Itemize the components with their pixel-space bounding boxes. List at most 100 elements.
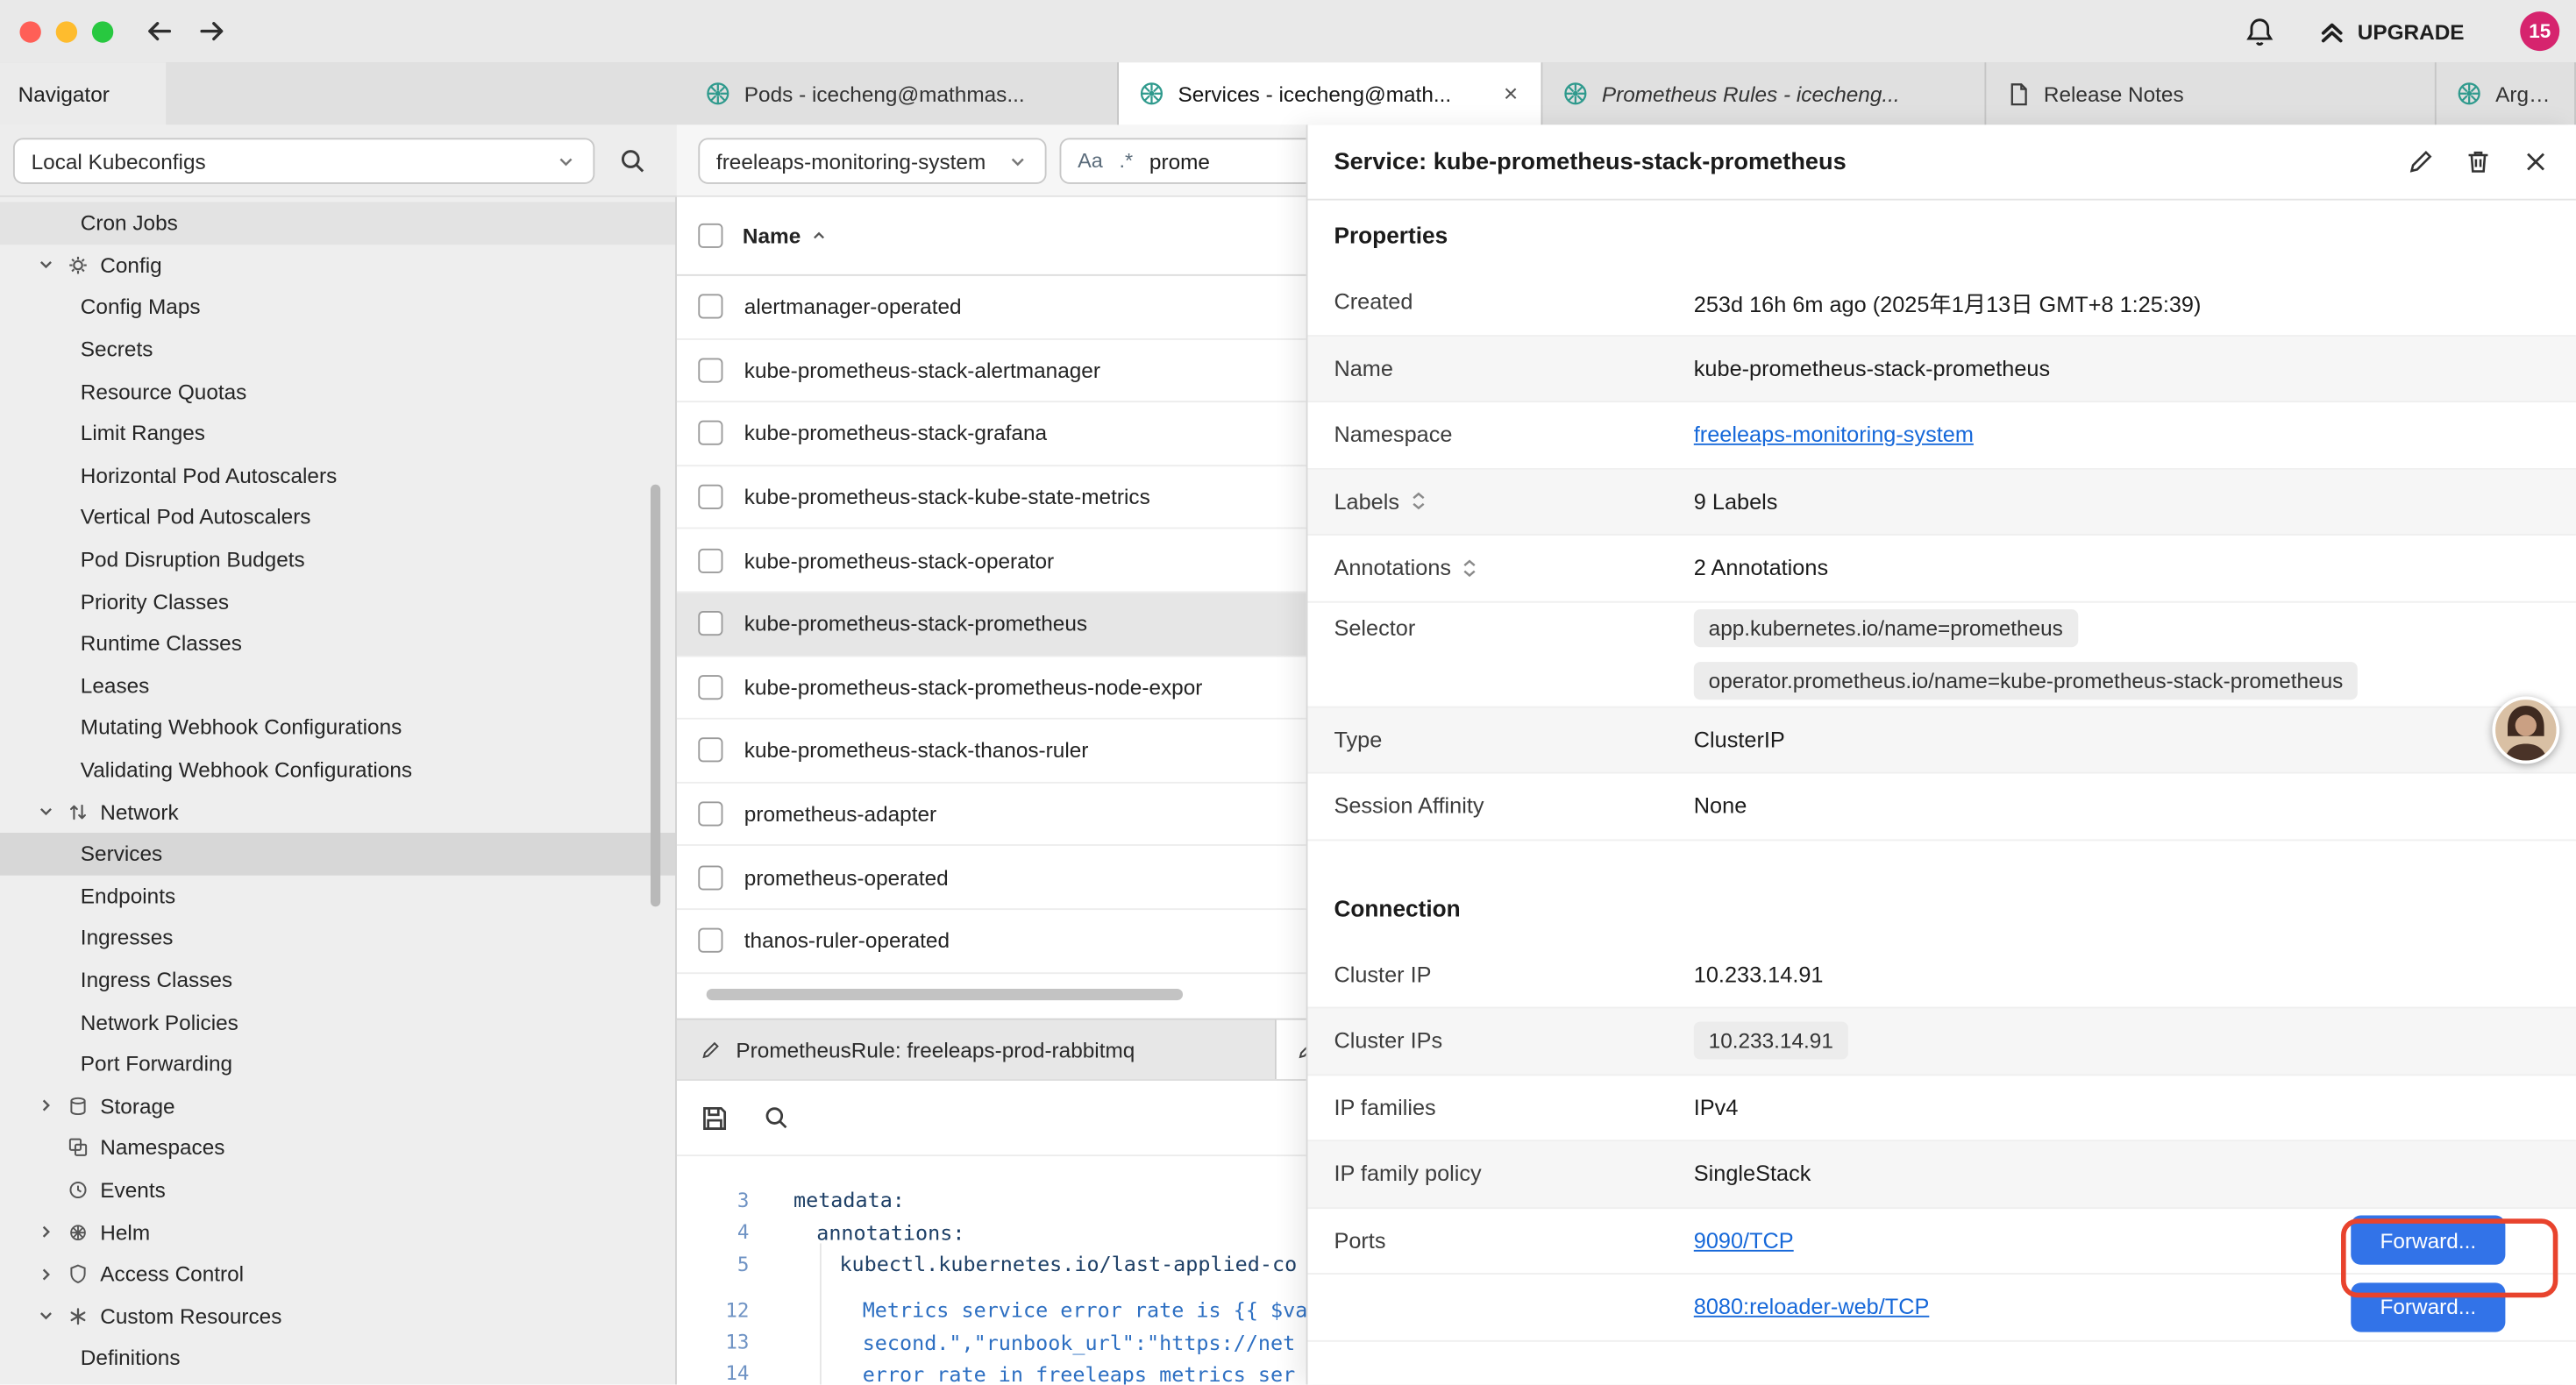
select-all-checkbox[interactable]: [698, 224, 722, 248]
window-titlebar: UPGRADE 15: [0, 0, 2576, 64]
horizontal-scrollbar[interactable]: [707, 988, 1183, 999]
sidebar-item-port-forwarding[interactable]: Port Forwarding: [0, 1043, 675, 1085]
tab-pods[interactable]: Pods - icecheng@mathmas...: [685, 62, 1119, 124]
zoom-window-button[interactable]: [92, 20, 113, 41]
sidebar-item-ingress-classes[interactable]: Ingress Classes: [0, 959, 675, 1001]
editor-tab-prometheusrule[interactable]: PrometheusRule: freeleaps-prod-rabbitmq: [677, 1020, 1277, 1079]
row-checkbox[interactable]: [698, 548, 722, 572]
sidebar-item-storage[interactable]: Storage: [0, 1085, 675, 1127]
sidebar-item-ingresses[interactable]: Ingresses: [0, 917, 675, 959]
sidebar-item-cron-jobs[interactable]: Cron Jobs: [0, 202, 675, 244]
kubeconfig-select[interactable]: Local Kubeconfigs: [13, 138, 594, 183]
upgrade-button[interactable]: UPGRADE: [2318, 18, 2465, 46]
search-icon[interactable]: [618, 146, 648, 176]
sidebar-item-priority-classes[interactable]: Priority Classes: [0, 580, 675, 622]
connection-row-ip-family-policy: IP family policy SingleStack: [1307, 1141, 2575, 1208]
minimize-window-button[interactable]: [56, 20, 77, 41]
close-icon[interactable]: [2522, 148, 2550, 176]
user-avatar[interactable]: [2492, 696, 2559, 764]
sidebar-item-runtime-classes[interactable]: Runtime Classes: [0, 622, 675, 664]
tab-release-notes[interactable]: Release Notes: [1986, 62, 2436, 124]
expand-collapse-icon[interactable]: [1409, 490, 1427, 513]
section-heading-connection: Connection: [1307, 873, 2575, 942]
close-tab-icon[interactable]: ×: [1500, 82, 1521, 106]
row-checkbox[interactable]: [698, 865, 722, 890]
match-case-toggle[interactable]: Aa: [1078, 150, 1103, 173]
notification-count-badge[interactable]: 15: [2520, 11, 2559, 51]
back-icon[interactable]: [145, 17, 174, 46]
clock-icon: [68, 1179, 89, 1200]
regex-toggle[interactable]: .*: [1120, 150, 1134, 173]
sidebar-item-leases[interactable]: Leases: [0, 664, 675, 707]
sidebar-item-limit-ranges[interactable]: Limit Ranges: [0, 412, 675, 454]
sidebar-item-pod-disruption-budgets[interactable]: Pod Disruption Budgets: [0, 538, 675, 580]
expand-collapse-icon[interactable]: [1461, 557, 1479, 579]
forward-icon[interactable]: [197, 17, 227, 46]
chevron-right-icon: [36, 1222, 55, 1241]
forward-port-button[interactable]: Forward...: [2351, 1282, 2505, 1332]
kubernetes-icon: [2456, 81, 2482, 107]
service-name: kube-prometheus-stack-grafana: [744, 422, 1047, 446]
forward-port-button[interactable]: Forward...: [2351, 1216, 2505, 1265]
kubernetes-icon: [1138, 81, 1164, 107]
row-checkbox[interactable]: [698, 295, 722, 319]
row-checkbox[interactable]: [698, 928, 722, 953]
tab-prometheus-rules[interactable]: Prometheus Rules - icecheng...: [1542, 62, 1986, 124]
column-header-name[interactable]: Name: [743, 224, 829, 248]
row-checkbox[interactable]: [698, 612, 722, 636]
sidebar-item-mutating-webhook-configurations[interactable]: Mutating Webhook Configurations: [0, 707, 675, 749]
namespace-link[interactable]: freeleaps-monitoring-system: [1694, 423, 1974, 447]
chevron-down-icon: [36, 1306, 55, 1325]
sidebar-item-secrets[interactable]: Secrets: [0, 328, 675, 370]
tab-argo[interactable]: Argo Se: [2437, 62, 2576, 124]
close-window-button[interactable]: [19, 20, 40, 41]
sidebar-scrollbar[interactable]: [651, 485, 660, 907]
search-icon[interactable]: [762, 1104, 790, 1133]
connection-row-cluster-ip: Cluster IP 10.233.14.91: [1307, 942, 2575, 1009]
property-label: Name: [1334, 356, 1693, 380]
property-row-labels[interactable]: Labels 9 Labels: [1307, 469, 2575, 536]
sidebar-item-definitions[interactable]: Definitions: [0, 1337, 675, 1379]
sidebar-item-resource-quotas[interactable]: Resource Quotas: [0, 370, 675, 412]
sidebar-item-namespaces[interactable]: Namespaces: [0, 1126, 675, 1168]
sidebar-item-label: Ingress Classes: [81, 968, 232, 992]
namespace-select[interactable]: freeleaps-monitoring-system: [698, 138, 1046, 183]
row-checkbox[interactable]: [698, 675, 722, 700]
sidebar-item-vertical-pod-autoscalers[interactable]: Vertical Pod Autoscalers: [0, 496, 675, 538]
sidebar-item-config[interactable]: Config: [0, 244, 675, 286]
row-checkbox[interactable]: [698, 422, 722, 446]
property-label: IP family policy: [1334, 1161, 1693, 1186]
port-link[interactable]: 8080:reloader-web/TCP: [1694, 1295, 1930, 1319]
sidebar-item-network-policies[interactable]: Network Policies: [0, 1001, 675, 1043]
sidebar-item-network[interactable]: Network: [0, 791, 675, 833]
notification-bell-icon[interactable]: [2244, 16, 2275, 47]
save-icon[interactable]: [700, 1104, 729, 1133]
delete-icon[interactable]: [2465, 148, 2493, 176]
port-link[interactable]: 9090/TCP: [1694, 1228, 1794, 1253]
kubeconfig-toolbar: Local Kubeconfigs: [0, 124, 677, 196]
sidebar-item-validating-webhook-configurations[interactable]: Validating Webhook Configurations: [0, 749, 675, 791]
sidebar-item-label: Endpoints: [81, 884, 175, 908]
sidebar-item-config-maps[interactable]: Config Maps: [0, 286, 675, 328]
property-row-annotations[interactable]: Annotations 2 Annotations: [1307, 536, 2575, 602]
tab-services[interactable]: Services - icecheng@math... ×: [1119, 62, 1542, 124]
row-checkbox[interactable]: [698, 485, 722, 509]
navigator-pane-title: Navigator: [0, 62, 166, 124]
property-label: Created: [1334, 289, 1693, 314]
sidebar-item-access-control[interactable]: Access Control: [0, 1253, 675, 1295]
document-icon: [2006, 82, 2031, 106]
property-label: IP families: [1334, 1095, 1693, 1119]
property-label: Namespace: [1334, 423, 1693, 447]
sidebar-item-helm[interactable]: Helm: [0, 1211, 675, 1253]
sidebar-item-endpoints[interactable]: Endpoints: [0, 875, 675, 917]
row-checkbox[interactable]: [698, 358, 722, 382]
edit-icon[interactable]: [2407, 148, 2435, 176]
sidebar-item-events[interactable]: Events: [0, 1168, 675, 1211]
sidebar-item-services[interactable]: Services: [0, 833, 675, 875]
row-checkbox[interactable]: [698, 801, 722, 826]
sidebar-item-label: Leases: [81, 673, 150, 698]
sidebar-item-custom-resources[interactable]: Custom Resources: [0, 1295, 675, 1337]
sidebar-item-horizontal-pod-autoscalers[interactable]: Horizontal Pod Autoscalers: [0, 454, 675, 496]
navigator-sidebar: Cron Jobs Config Config Maps Secrets Res…: [0, 197, 677, 1385]
row-checkbox[interactable]: [698, 738, 722, 763]
